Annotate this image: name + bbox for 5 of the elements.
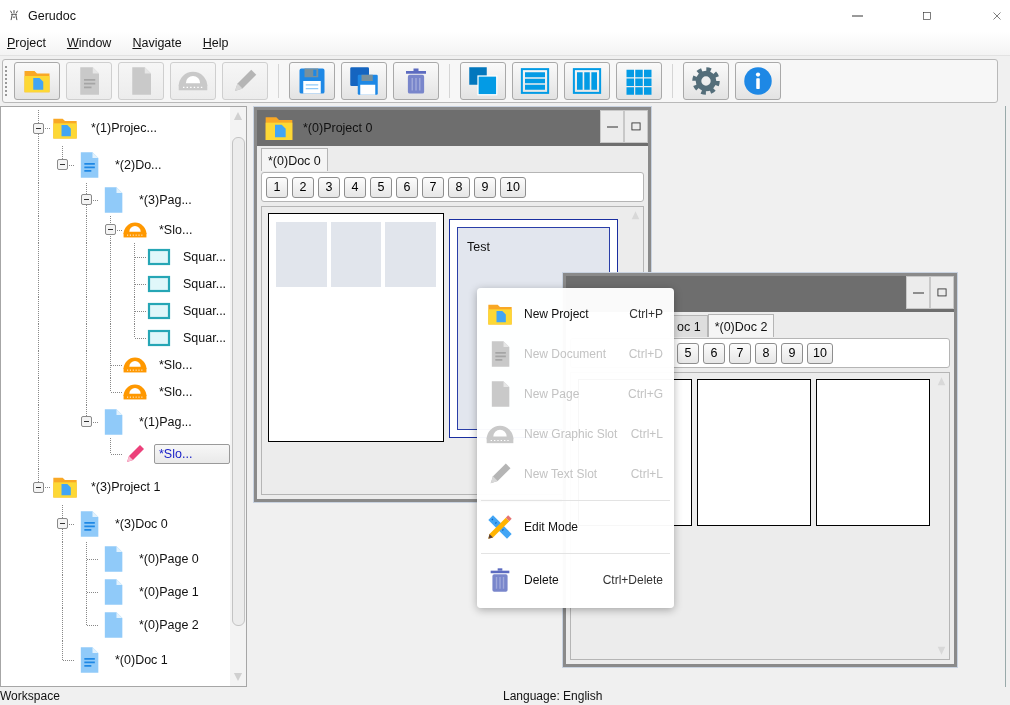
slot-text: Test — [467, 240, 490, 254]
window-title: *(0)Project 0 — [303, 121, 373, 135]
window-title: Gerudoc — [28, 8, 76, 23]
status-text: Workspace — [0, 689, 61, 703]
language-label: Language: English — [503, 689, 603, 703]
